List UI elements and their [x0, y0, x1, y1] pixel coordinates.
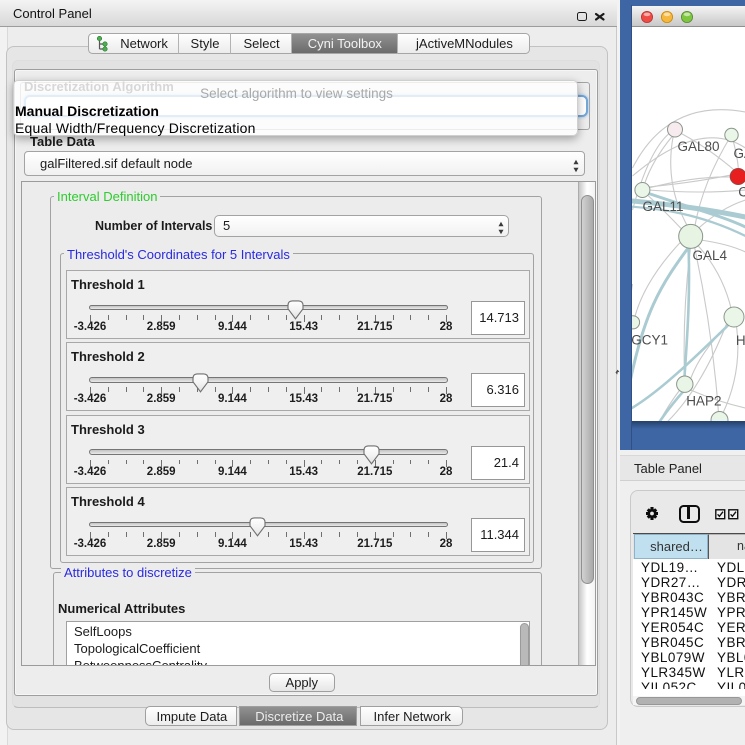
svg-text:H: H	[735, 333, 745, 348]
svg-text:GA: GA	[733, 146, 745, 161]
svg-text:GCY1: GCY1	[632, 333, 668, 348]
svg-text:GAL11: GAL11	[642, 199, 683, 214]
svg-text:GAL4: GAL4	[692, 248, 727, 263]
svg-text:GAL80: GAL80	[677, 139, 719, 154]
svg-text:HAP2: HAP2	[686, 394, 721, 409]
svg-text:C: C	[738, 185, 745, 200]
